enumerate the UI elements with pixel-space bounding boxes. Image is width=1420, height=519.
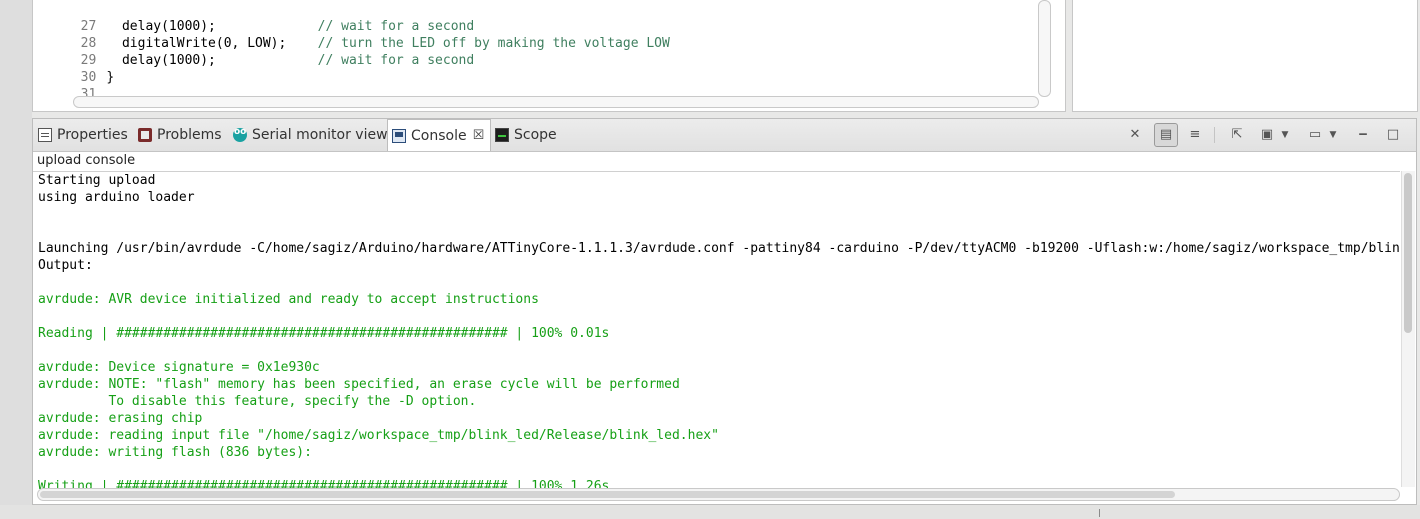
bottom-view: Properties Problems Serial monitor view … (32, 118, 1417, 505)
tab-problems-label: Problems (157, 127, 222, 143)
scope-icon (495, 128, 509, 142)
tab-serial-monitor[interactable]: Serial monitor view (233, 119, 388, 151)
console-vertical-scrollbar[interactable] (1401, 171, 1415, 487)
code-comment: // wait for a second (317, 53, 475, 68)
console-line: To disable this feature, specify the -D … (38, 394, 477, 409)
minimize-icon[interactable]: ‒ (1354, 126, 1372, 144)
console-horizontal-scrollbar[interactable] (37, 488, 1400, 501)
console-line: avrdude: AVR device initialized and read… (38, 292, 539, 307)
serial-monitor-icon (233, 127, 247, 142)
console-line: Starting upload (38, 173, 156, 188)
properties-icon (38, 128, 52, 142)
close-icon[interactable]: ☒ (473, 128, 485, 143)
chevron-down-icon[interactable]: ▼ (1328, 126, 1338, 144)
pin-console-icon[interactable]: ⇱ (1228, 126, 1246, 144)
editor-line: 29 delay(1000); // wait for a second (33, 35, 475, 68)
console-line: Launching /usr/bin/avrdude -C/home/sagiz… (38, 241, 1400, 256)
scrollbar-thumb[interactable] (40, 491, 1175, 498)
tab-serial-monitor-label: Serial monitor view (252, 127, 388, 143)
scroll-lock-icon[interactable]: ▤ (1154, 123, 1178, 147)
maximize-icon[interactable]: □ (1384, 126, 1402, 144)
editor-vertical-scrollbar[interactable] (1038, 0, 1051, 97)
console-line: avrdude: erasing chip (38, 411, 203, 426)
editor-line: 30} (33, 52, 114, 85)
tab-console[interactable]: Console ☒ (387, 119, 491, 151)
word-wrap-icon[interactable]: ≡ (1186, 126, 1204, 144)
scrollbar-thumb[interactable] (1404, 173, 1412, 333)
console-line: avrdude: Device signature = 0x1e930c (38, 360, 320, 375)
status-bar (0, 505, 1420, 519)
console-line: Output: (38, 258, 93, 273)
left-gutter (0, 0, 32, 505)
tab-console-label: Console (411, 127, 467, 144)
tab-scope[interactable]: Scope (495, 119, 557, 151)
console-line: avrdude: reading input file "/home/sagiz… (38, 428, 719, 443)
outline-pane (1072, 0, 1418, 112)
open-console-icon[interactable]: ▭ (1306, 126, 1324, 144)
tab-properties-label: Properties (57, 127, 128, 143)
editor-horizontal-scrollbar[interactable] (73, 96, 1039, 108)
view-tabbar: Properties Problems Serial monitor view … (33, 119, 1416, 152)
tab-scope-label: Scope (514, 127, 557, 143)
toolbar-separator (1214, 127, 1215, 143)
console-title: upload console (37, 153, 136, 168)
problems-icon (138, 128, 152, 142)
tab-properties[interactable]: Properties (38, 119, 128, 151)
console-line: avrdude: writing flash (836 bytes): (38, 445, 312, 460)
editor-line: 28 digitalWrite(0, LOW); // turn the LED… (33, 18, 670, 51)
console-icon (392, 128, 406, 143)
code-text: delay(1000); (106, 53, 318, 68)
console-output[interactable]: Starting upload using arduino loader Lau… (33, 171, 1400, 489)
tab-problems[interactable]: Problems (138, 119, 222, 151)
editor-line: 27 delay(1000); // wait for a second (33, 1, 475, 34)
code-editor[interactable]: 27 delay(1000); // wait for a second 28 … (32, 0, 1066, 112)
console-line: using arduino loader (38, 190, 195, 205)
clear-console-icon[interactable]: ✕ (1126, 126, 1144, 144)
editor-line: 31 (33, 69, 97, 102)
console-line: Reading | ##############################… (38, 326, 610, 341)
console-line: avrdude: NOTE: "flash" memory has been s… (38, 377, 680, 392)
chevron-down-icon[interactable]: ▼ (1280, 126, 1290, 144)
display-console-icon[interactable]: ▣ (1258, 126, 1276, 144)
code-text: } (106, 70, 115, 85)
status-bar-divider (1099, 509, 1100, 517)
